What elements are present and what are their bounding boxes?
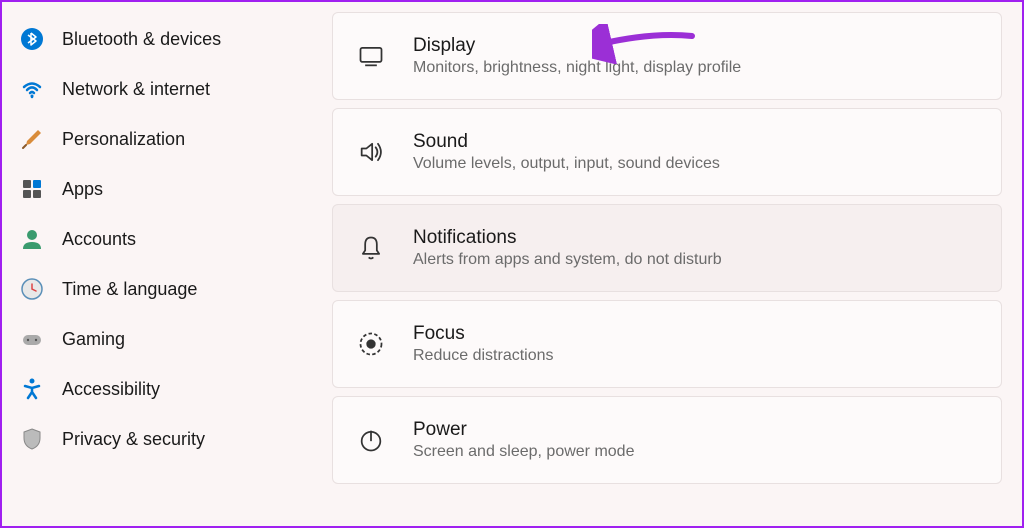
speaker-icon [357, 138, 385, 166]
accessibility-icon [20, 377, 44, 401]
card-content: Display Monitors, brightness, night ligh… [413, 35, 741, 77]
bell-icon [357, 234, 385, 262]
card-title: Power [413, 419, 634, 441]
focus-icon [357, 330, 385, 358]
wifi-icon [20, 77, 44, 101]
card-subtitle: Reduce distractions [413, 347, 554, 365]
card-notifications[interactable]: Notifications Alerts from apps and syste… [332, 204, 1002, 292]
sidebar-item-bluetooth[interactable]: Bluetooth & devices [2, 14, 332, 64]
person-icon [20, 227, 44, 251]
sidebar-item-label: Bluetooth & devices [62, 29, 221, 50]
sidebar-item-accounts[interactable]: Accounts [2, 214, 332, 264]
sidebar-item-apps[interactable]: Apps [2, 164, 332, 214]
sidebar-item-label: Gaming [62, 329, 125, 350]
sidebar: Bluetooth & devices Network & internet P… [2, 2, 332, 526]
card-title: Notifications [413, 227, 722, 249]
sidebar-item-network[interactable]: Network & internet [2, 64, 332, 114]
sidebar-item-privacy[interactable]: Privacy & security [2, 414, 332, 464]
sidebar-item-time[interactable]: Time & language [2, 264, 332, 314]
card-content: Sound Volume levels, output, input, soun… [413, 131, 720, 173]
card-subtitle: Alerts from apps and system, do not dist… [413, 251, 722, 269]
sidebar-item-label: Accessibility [62, 379, 160, 400]
main-content: Display Monitors, brightness, night ligh… [332, 2, 1022, 526]
card-focus[interactable]: Focus Reduce distractions [332, 300, 1002, 388]
card-sound[interactable]: Sound Volume levels, output, input, soun… [332, 108, 1002, 196]
gamepad-icon [20, 327, 44, 351]
clock-icon [20, 277, 44, 301]
card-title: Display [413, 35, 741, 57]
power-icon [357, 426, 385, 454]
sidebar-item-label: Network & internet [62, 79, 210, 100]
card-content: Notifications Alerts from apps and syste… [413, 227, 722, 269]
card-subtitle: Monitors, brightness, night light, displ… [413, 59, 741, 77]
bluetooth-icon [20, 27, 44, 51]
card-title: Sound [413, 131, 720, 153]
sidebar-item-label: Time & language [62, 279, 197, 300]
sidebar-item-label: Apps [62, 179, 103, 200]
sidebar-item-gaming[interactable]: Gaming [2, 314, 332, 364]
card-power[interactable]: Power Screen and sleep, power mode [332, 396, 1002, 484]
brush-icon [20, 127, 44, 151]
sidebar-item-label: Personalization [62, 129, 185, 150]
card-title: Focus [413, 323, 554, 345]
sidebar-item-label: Privacy & security [62, 429, 205, 450]
card-content: Power Screen and sleep, power mode [413, 419, 634, 461]
card-subtitle: Volume levels, output, input, sound devi… [413, 155, 720, 173]
sidebar-item-label: Accounts [62, 229, 136, 250]
sidebar-item-accessibility[interactable]: Accessibility [2, 364, 332, 414]
shield-icon [20, 427, 44, 451]
card-subtitle: Screen and sleep, power mode [413, 443, 634, 461]
card-content: Focus Reduce distractions [413, 323, 554, 365]
card-display[interactable]: Display Monitors, brightness, night ligh… [332, 12, 1002, 100]
apps-icon [20, 177, 44, 201]
sidebar-item-personalization[interactable]: Personalization [2, 114, 332, 164]
monitor-icon [357, 42, 385, 70]
